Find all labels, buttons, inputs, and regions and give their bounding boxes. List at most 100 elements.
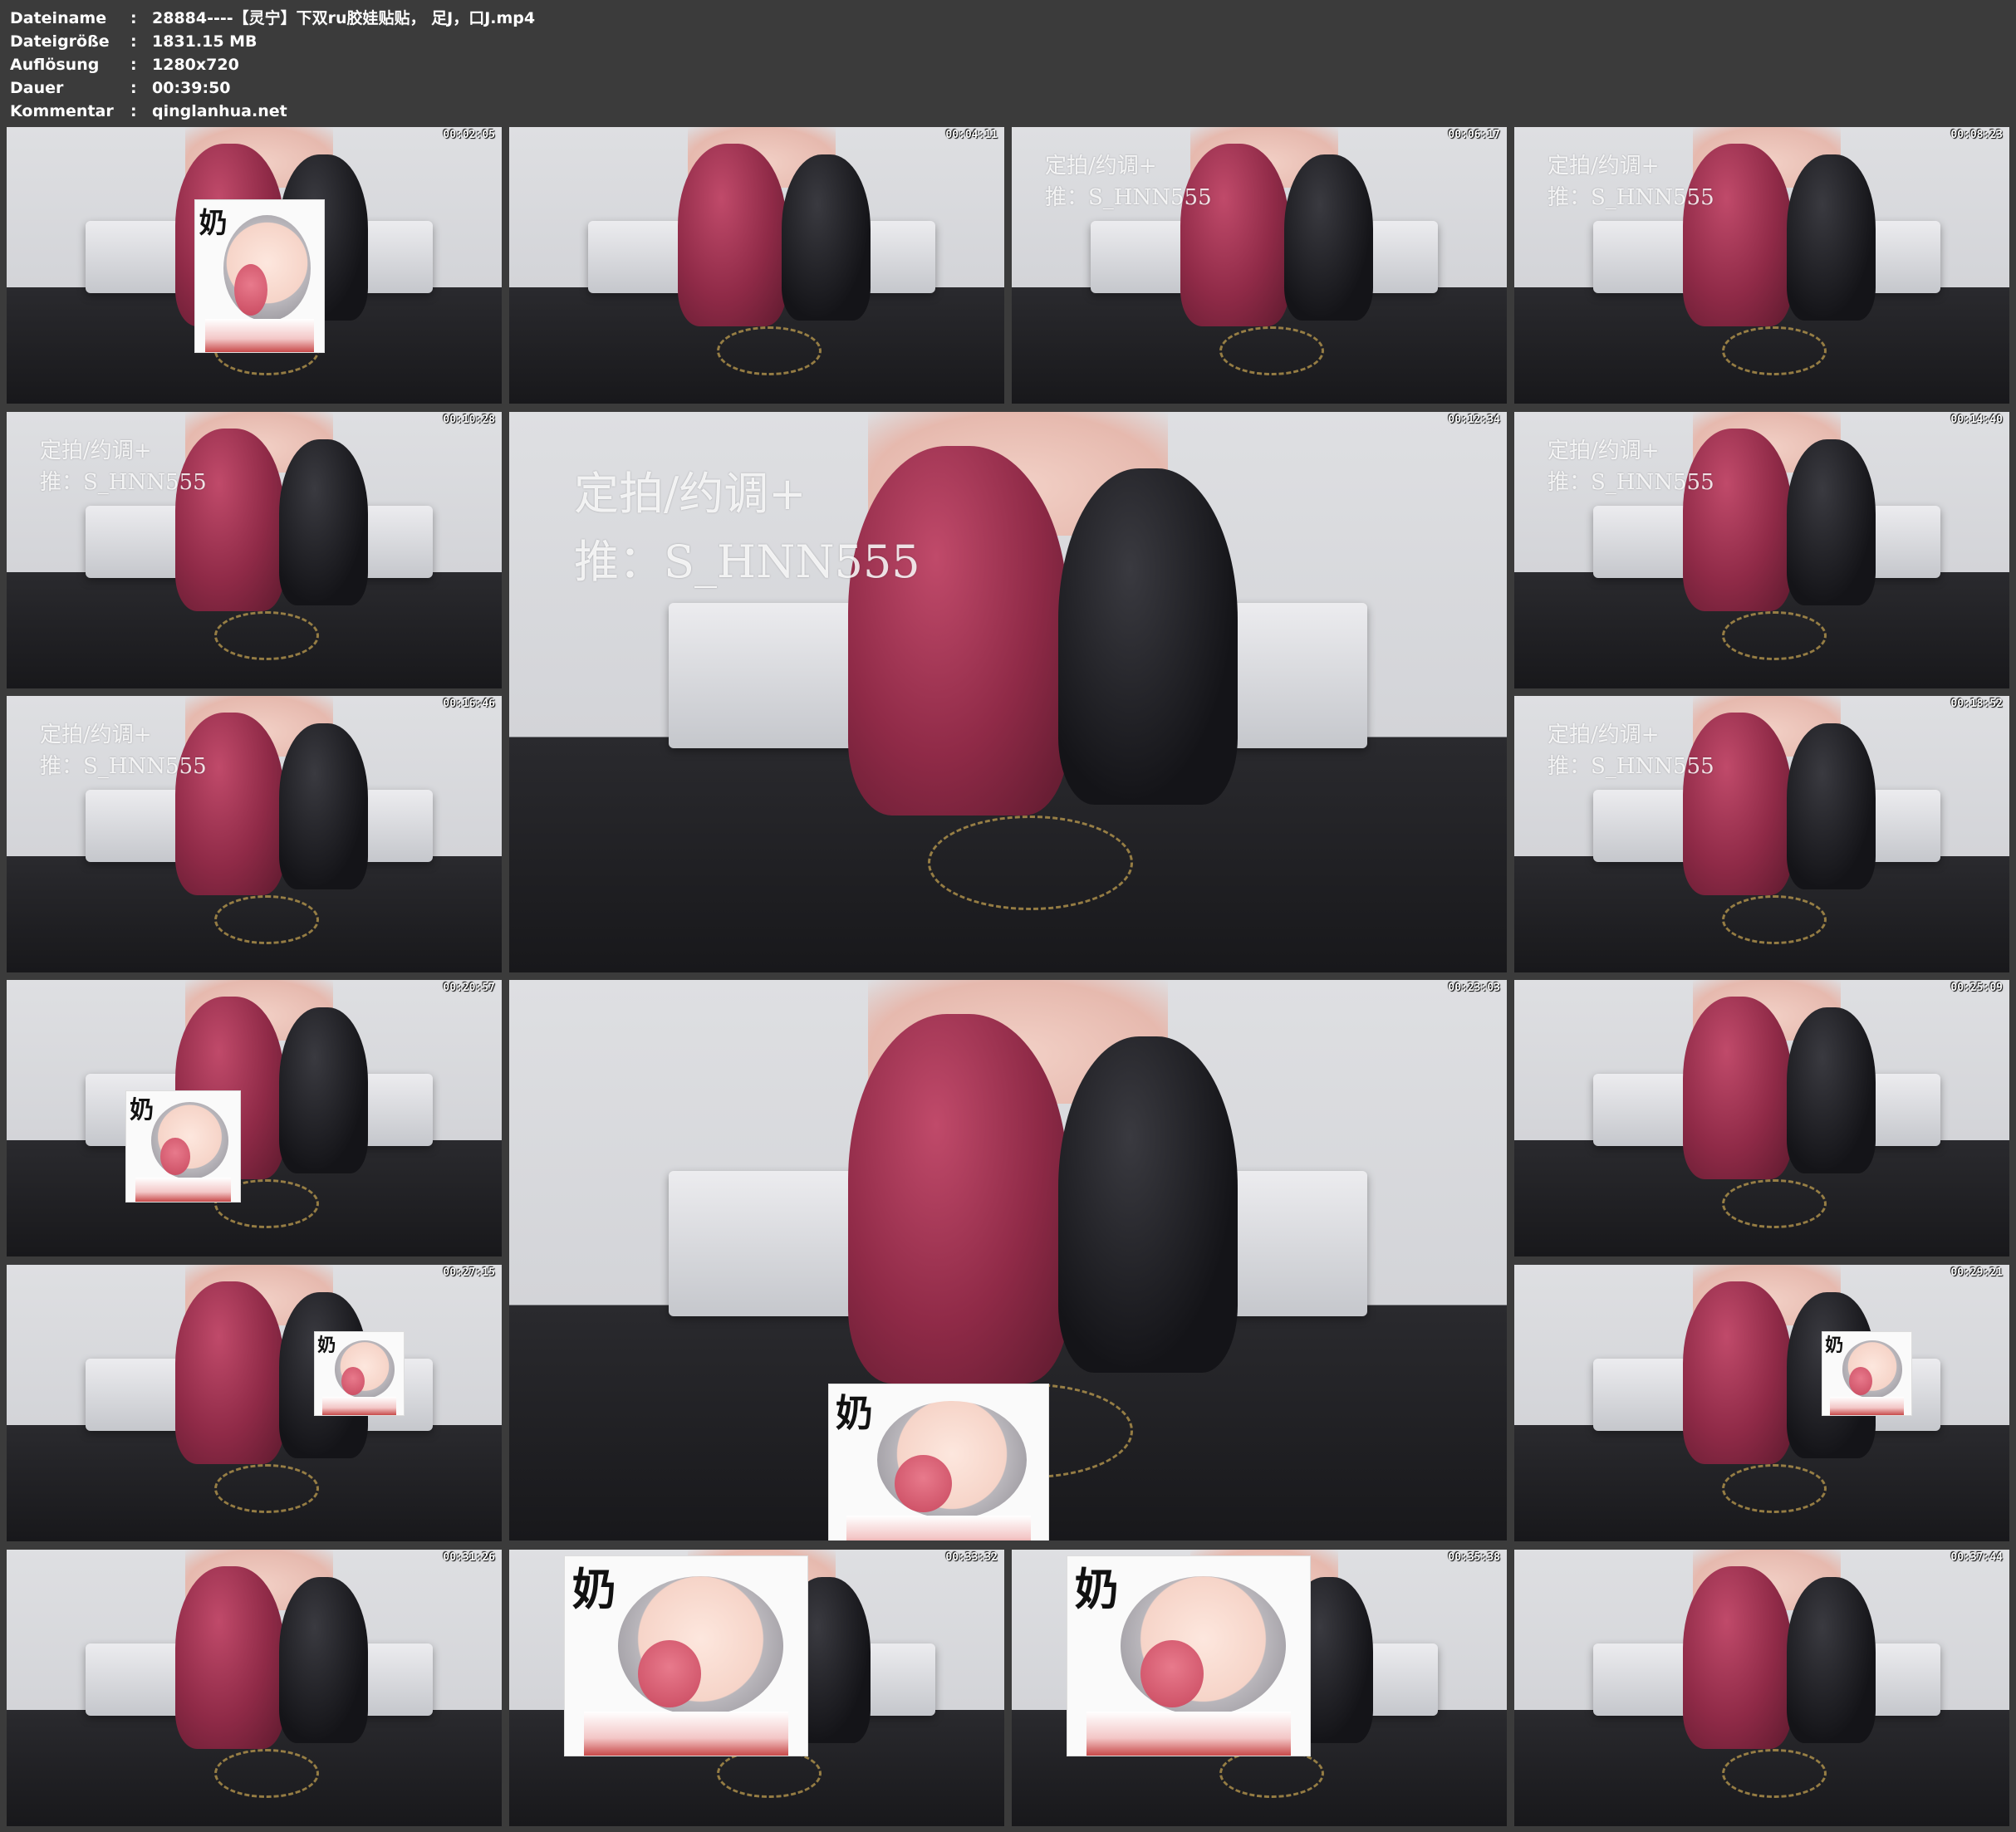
thumbnail-timestamp: 00:37:44 — [1950, 1551, 2003, 1564]
scene-figure-black — [278, 439, 369, 606]
thumbnail-timestamp: 00:27:15 — [443, 1266, 495, 1279]
info-separator: : — [130, 56, 137, 74]
thumbnail-timestamp: 00:12:34 — [1448, 414, 1500, 426]
scene-floor-rope — [1219, 326, 1324, 376]
watermark-text: 定拍/约调+ 推：S_HNN555 — [1548, 719, 1714, 782]
watermark-line: 定拍/约调+ — [574, 468, 807, 520]
scene-floor-rope — [214, 894, 319, 945]
sticker-face — [1121, 1576, 1286, 1716]
info-value: qinglanhua.net — [152, 102, 287, 120]
scene-floor-rope — [1722, 894, 1827, 945]
thumbnail-frame[interactable]: 00:25:09 — [1514, 980, 2009, 1256]
sticker-face — [877, 1401, 1027, 1520]
thumbnail-timestamp: 00:23:03 — [1448, 982, 1500, 994]
sticker-overlay: 奶 — [194, 199, 325, 353]
info-separator: : — [130, 32, 137, 51]
thumbnail-timestamp: 00:20:57 — [443, 982, 495, 994]
thumbnail-frame[interactable]: 00:31:26 — [7, 1550, 502, 1826]
thumbnail-timestamp: 00:10:28 — [443, 414, 495, 426]
watermark-line: 推：S_HNN555 — [1548, 754, 1714, 779]
thumbnail-frame[interactable]: 奶 00:27:15 — [7, 1265, 502, 1541]
thumbnail-timestamp: 00:33:32 — [945, 1551, 998, 1564]
scene-figure-black — [278, 723, 369, 890]
thumbnail-timestamp: 00:08:23 — [1950, 129, 2003, 141]
thumbnail-frame[interactable]: 定拍/约调+ 推：S_HNN555 00:06:17 — [1012, 127, 1507, 404]
thumbnail-frame[interactable]: 定拍/约调+ 推：S_HNN555 00:16:46 — [7, 696, 502, 972]
thumbnail-frame[interactable]: 定拍/约调+ 推：S_HNN555 00:08:23 — [1514, 127, 2009, 404]
thumbnail-frame[interactable]: 00:37:44 — [1514, 1550, 2009, 1826]
info-separator: : — [130, 102, 137, 120]
watermark-line: 定拍/约调+ — [1548, 723, 1660, 747]
sticker-overlay: 奶 — [1067, 1555, 1311, 1756]
thumbnail-timestamp: 00:02:05 — [443, 129, 495, 141]
watermark-text: 定拍/约调+ 推：S_HNN555 — [40, 435, 207, 498]
thumbnail-frame[interactable]: 奶 00:20:57 — [7, 980, 502, 1256]
watermark-line: 定拍/约调+ — [1548, 438, 1660, 463]
watermark-line: 定拍/约调+ — [40, 438, 152, 463]
sticker-tongue — [341, 1367, 365, 1395]
sticker-tongue — [1140, 1639, 1204, 1708]
scene-floor-rope — [1722, 1463, 1827, 1514]
sticker-glyph: 奶 — [317, 1335, 336, 1356]
sticker-glyph: 奶 — [571, 1565, 616, 1616]
info-key: Auflösung — [10, 56, 100, 74]
scene-figure-black — [1786, 439, 1876, 606]
watermark-line: 推：S_HNN555 — [1045, 185, 1212, 210]
sticker-tongue — [1849, 1367, 1872, 1395]
scene-figure-red — [1682, 1565, 1792, 1749]
scene-figure-black — [1057, 468, 1238, 805]
scene-floor-rope — [1722, 1748, 1827, 1799]
thumbnail-frame[interactable]: 定拍/约调+ 推：S_HNN555 00:12:34 — [509, 412, 1507, 972]
sticker-overlay: 奶 — [1822, 1331, 1912, 1416]
sticker-glyph: 奶 — [835, 1391, 873, 1436]
thumbnail-timestamp: 00:06:17 — [1448, 129, 1500, 141]
info-value: 1280x720 — [152, 56, 239, 74]
thumbnail-frame[interactable]: 奶 00:33:32 — [509, 1550, 1004, 1826]
thumbnail-frame[interactable]: 奶 00:29:21 — [1514, 1265, 2009, 1541]
info-row: Auflösung : 1280x720 — [10, 53, 535, 76]
sticker-overlay: 奶 — [564, 1555, 808, 1756]
scene-figure-red — [174, 1565, 284, 1749]
scene-figure-black — [1057, 1036, 1238, 1373]
scene-figure-red — [174, 1281, 284, 1464]
scene-figure-black — [1786, 1577, 1876, 1744]
watermark-text: 定拍/约调+ 推：S_HNN555 — [574, 460, 920, 596]
scene-floor-rope — [214, 610, 319, 661]
thumbnail-frame[interactable]: 定拍/约调+ 推：S_HNN555 00:18:52 — [1514, 696, 2009, 972]
watermark-line: 定拍/约调+ — [1045, 154, 1157, 179]
info-key: Dateiname — [10, 9, 107, 27]
watermark-line: 推：S_HNN555 — [40, 754, 207, 779]
sticker-tongue — [233, 263, 267, 316]
info-separator: : — [130, 79, 137, 97]
thumbnail-frame[interactable]: 定拍/约调+ 推：S_HNN555 00:10:28 — [7, 412, 502, 688]
thumbnail-frame[interactable]: 定拍/约调+ 推：S_HNN555 00:14:40 — [1514, 412, 2009, 688]
scene-figure-black — [1786, 1007, 1876, 1174]
sticker-tongue — [895, 1455, 952, 1513]
thumbnail-frame[interactable]: 00:04:11 — [509, 127, 1004, 404]
sticker-glyph: 奶 — [1074, 1565, 1119, 1616]
thumbnail-timestamp: 00:04:11 — [945, 129, 998, 141]
scene-floor-rope — [1722, 1178, 1827, 1229]
thumbnail-frame[interactable]: 奶 00:02:05 — [7, 127, 502, 404]
scene-floor-rope — [1722, 326, 1827, 376]
scene-figure-black — [278, 1577, 369, 1744]
thumbnail-frame[interactable]: 奶 00:23:03 — [509, 980, 1507, 1541]
watermark-line: 定拍/约调+ — [40, 723, 152, 747]
watermark-line: 推：S_HNN555 — [574, 536, 920, 588]
info-key: Dateigröße — [10, 32, 110, 51]
thumbnail-timestamp: 00:31:26 — [443, 1551, 495, 1564]
thumbnail-timestamp: 00:16:46 — [443, 698, 495, 710]
sticker-glyph: 奶 — [130, 1095, 155, 1124]
thumbnail-timestamp: 00:35:38 — [1448, 1551, 1500, 1564]
info-value: 1831.15 MB — [152, 32, 258, 51]
info-row: Kommentar : qinglanhua.net — [10, 100, 535, 123]
info-key: Kommentar — [10, 102, 114, 120]
info-row: Dateiname : 28884----【灵宁】下双ru胶娃贴贴， 足J，口J… — [10, 7, 535, 30]
sticker-overlay: 奶 — [828, 1384, 1049, 1541]
thumbnail-frame[interactable]: 奶 00:35:38 — [1012, 1550, 1507, 1826]
scene-floor-rope — [214, 1463, 319, 1514]
watermark-text: 定拍/约调+ 推：S_HNN555 — [1548, 150, 1714, 213]
watermark-text: 定拍/约调+ 推：S_HNN555 — [1548, 435, 1714, 498]
scene-figure-black — [1283, 154, 1374, 321]
watermark-line: 推：S_HNN555 — [1548, 470, 1714, 495]
